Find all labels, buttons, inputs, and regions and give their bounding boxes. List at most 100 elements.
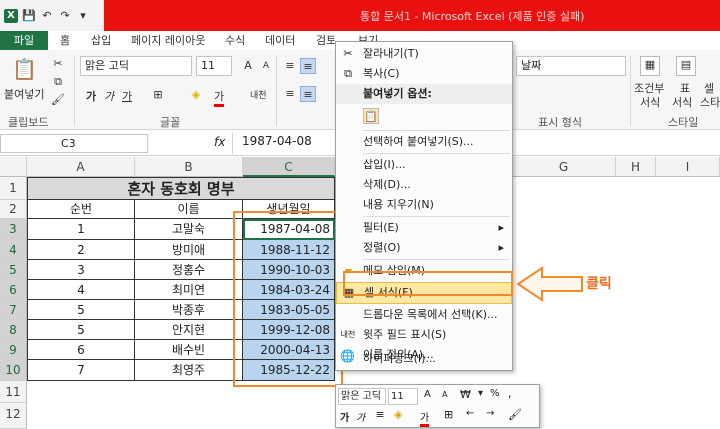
row-header-selected[interactable]: 10 bbox=[0, 360, 27, 381]
record-name-cell[interactable]: 최미연 bbox=[135, 280, 243, 300]
record-name-cell[interactable]: 배수빈 bbox=[135, 340, 243, 360]
tab-review[interactable]: 검토 bbox=[316, 31, 336, 50]
record-no-cell[interactable]: 2 bbox=[27, 240, 135, 260]
conditional-format-icon[interactable]: ▦ bbox=[640, 56, 660, 76]
underline-button[interactable]: 가 bbox=[122, 88, 132, 104]
menu-item-insert[interactable]: 삽입(I)... bbox=[336, 155, 512, 175]
select-all-corner[interactable] bbox=[0, 157, 27, 177]
record-no-cell[interactable]: 5 bbox=[27, 300, 135, 320]
header-cell[interactable]: 순번 bbox=[27, 200, 135, 219]
menu-item-copy[interactable]: ⧉ 복사(C) bbox=[336, 64, 512, 84]
record-no-cell[interactable]: 4 bbox=[27, 280, 135, 300]
row-header-selected[interactable]: 9 bbox=[0, 340, 27, 360]
format-as-table-icon[interactable]: ▤ bbox=[676, 56, 696, 76]
column-header[interactable]: I bbox=[656, 157, 720, 177]
cond-format-label-2[interactable]: 서식 bbox=[640, 94, 660, 110]
borders-icon[interactable]: ⊞ bbox=[150, 87, 166, 103]
row-header[interactable]: 12 bbox=[0, 403, 27, 429]
menu-item-cut[interactable]: ✂ 잘라내기(T) bbox=[336, 44, 512, 64]
mini-center-icon[interactable]: ≡ bbox=[372, 407, 388, 423]
sheet-title-cell[interactable]: 혼자 동호회 명부 bbox=[27, 177, 335, 200]
menu-item-paste-icon[interactable]: 📋 bbox=[336, 104, 512, 128]
row-header-selected[interactable]: 7 bbox=[0, 300, 27, 320]
fill-color-icon[interactable]: ◈ bbox=[188, 87, 204, 103]
record-no-cell[interactable]: 5 bbox=[27, 320, 135, 340]
paste-label[interactable]: 붙여넣기 bbox=[4, 86, 44, 102]
menu-item-delete[interactable]: 삭제(D)... bbox=[336, 175, 512, 195]
record-name-cell[interactable]: 정홍수 bbox=[135, 260, 243, 280]
mini-fill-color-icon[interactable]: ◈ bbox=[394, 408, 402, 421]
row-header[interactable]: 1 bbox=[0, 177, 27, 200]
record-name-cell[interactable]: 방미애 bbox=[135, 240, 243, 260]
cut-icon[interactable]: ✂ bbox=[50, 56, 66, 72]
mini-font-color-button[interactable]: 가 bbox=[420, 409, 430, 427]
record-name-cell[interactable]: 고말숙 bbox=[135, 219, 243, 240]
row-header-selected[interactable]: 6 bbox=[0, 280, 27, 300]
row-header[interactable]: 2 bbox=[0, 200, 27, 219]
tab-formulas[interactable]: 수식 bbox=[225, 31, 245, 50]
tab-insert[interactable]: 삽입 bbox=[91, 31, 111, 50]
row-header-selected[interactable]: 4 bbox=[0, 240, 27, 260]
mini-percent-icon[interactable]: % bbox=[490, 388, 500, 399]
mini-accounting-icon[interactable]: ▾ bbox=[478, 388, 483, 399]
menu-item-paste-special[interactable]: 선택하여 붙여넣기(S)... bbox=[336, 132, 512, 152]
record-name-cell[interactable]: 안지현 bbox=[135, 320, 243, 340]
mini-currency-icon[interactable]: ₩ bbox=[460, 388, 471, 401]
mini-borders-icon[interactable]: ⊞ bbox=[444, 408, 453, 421]
fx-icon[interactable]: fx bbox=[214, 135, 225, 149]
align-center-icon[interactable]: ≡ bbox=[300, 86, 316, 102]
undo-icon[interactable]: ↶ bbox=[40, 9, 54, 23]
shrink-font-icon[interactable]: A bbox=[258, 58, 274, 74]
record-no-cell[interactable]: 3 bbox=[27, 260, 135, 280]
mini-italic-button[interactable]: 가 bbox=[356, 409, 365, 424]
record-no-cell[interactable]: 1 bbox=[27, 219, 135, 240]
phonetic-button[interactable]: 내천 bbox=[250, 88, 267, 101]
record-name-cell[interactable]: 박종후 bbox=[135, 300, 243, 320]
font-size-combo[interactable]: 11 bbox=[196, 56, 232, 76]
table-label-2[interactable]: 서식 bbox=[672, 94, 692, 110]
cell-style-label-2[interactable]: 스타 bbox=[700, 94, 720, 110]
bold-button[interactable]: 가 bbox=[86, 88, 96, 104]
align-top-icon[interactable]: ≡ bbox=[282, 58, 298, 74]
tab-data[interactable]: 데이터 bbox=[265, 31, 295, 50]
mini-size-combo[interactable]: 11 bbox=[388, 388, 418, 405]
menu-item-clear[interactable]: 내용 지우기(N) bbox=[336, 195, 512, 215]
align-middle-icon[interactable]: ≡ bbox=[300, 58, 316, 74]
column-header[interactable]: H bbox=[616, 157, 656, 177]
formula-input[interactable]: 1987-04-08 bbox=[242, 134, 312, 148]
column-header[interactable]: G bbox=[512, 157, 616, 177]
mini-decrease-decimal-icon[interactable]: ← bbox=[466, 408, 474, 419]
copy-icon[interactable]: ⧉ bbox=[50, 74, 66, 90]
menu-item-hyperlink[interactable]: 🌐 하이퍼링크(I)... bbox=[335, 346, 513, 368]
row-header[interactable]: 11 bbox=[0, 381, 27, 403]
italic-button[interactable]: 가 bbox=[104, 88, 114, 104]
tab-file[interactable]: 파일 bbox=[0, 31, 48, 50]
menu-item-filter[interactable]: 필터(E) ▸ bbox=[336, 218, 512, 238]
font-color-button[interactable]: 가 bbox=[214, 88, 225, 107]
tab-home[interactable]: 홈 bbox=[60, 31, 70, 50]
record-no-cell[interactable]: 7 bbox=[27, 360, 135, 381]
mini-comma-icon[interactable]: , bbox=[508, 387, 512, 400]
font-name-combo[interactable]: 맑은 고딕 bbox=[80, 56, 192, 76]
mini-grow-font-icon[interactable]: A bbox=[424, 389, 431, 400]
number-format-combo[interactable]: 날짜 bbox=[516, 56, 626, 76]
redo-icon[interactable]: ↷ bbox=[58, 9, 72, 23]
qat-more-icon[interactable]: ▾ bbox=[76, 9, 90, 23]
mini-increase-decimal-icon[interactable]: → bbox=[486, 408, 494, 419]
grow-font-icon[interactable]: A bbox=[240, 58, 256, 74]
menu-item-sort[interactable]: 정렬(O) ▸ bbox=[336, 238, 512, 258]
column-header-selected[interactable]: C bbox=[243, 157, 335, 177]
row-header-selected[interactable]: 5 bbox=[0, 260, 27, 280]
mini-bold-button[interactable]: 가 bbox=[340, 409, 349, 424]
header-cell[interactable]: 이름 bbox=[135, 200, 243, 219]
menu-item-pick-from-list[interactable]: 드롭다운 목록에서 선택(K)... bbox=[336, 305, 512, 325]
row-header-selected[interactable]: 8 bbox=[0, 320, 27, 340]
mini-format-painter-icon[interactable]: 🖌 bbox=[508, 408, 522, 421]
tab-page-layout[interactable]: 페이지 레이아웃 bbox=[131, 31, 205, 50]
mini-shrink-font-icon[interactable]: A bbox=[442, 390, 447, 399]
record-name-cell[interactable]: 최영주 bbox=[135, 360, 243, 381]
mini-font-combo[interactable]: 맑은 고딕 bbox=[338, 388, 386, 405]
record-no-cell[interactable]: 6 bbox=[27, 340, 135, 360]
column-header[interactable]: B bbox=[135, 157, 243, 177]
format-painter-icon[interactable]: 🖌 bbox=[50, 92, 66, 108]
